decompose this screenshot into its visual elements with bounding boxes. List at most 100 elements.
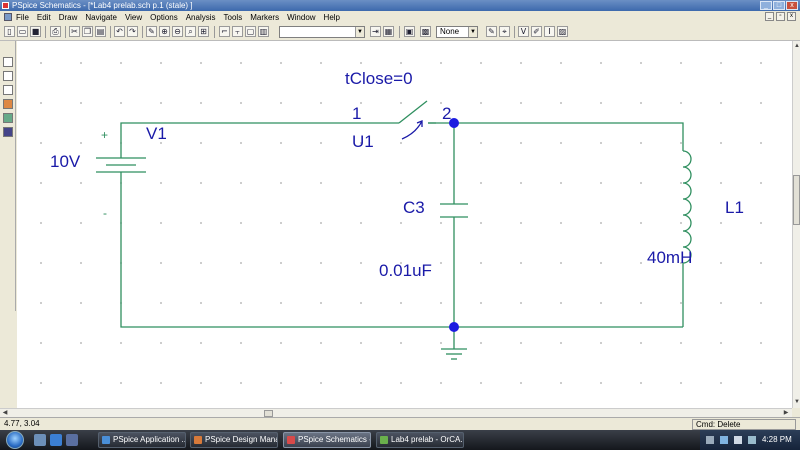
menu-tools[interactable]: Tools — [224, 13, 243, 22]
menu-draw[interactable]: Draw — [59, 13, 78, 22]
menu-analysis[interactable]: Analysis — [186, 13, 216, 22]
marker-icon[interactable]: ✐ — [531, 26, 542, 37]
voltage-probe-icon[interactable]: V — [518, 26, 529, 37]
volume-icon[interactable] — [734, 436, 742, 444]
edit-symbol-icon[interactable]: ▦ — [383, 26, 394, 37]
browser-icon[interactable] — [50, 434, 62, 446]
vertical-scrollbar[interactable]: ▲ ▼ — [792, 41, 800, 408]
app-icon[interactable] — [2, 2, 9, 9]
menu-markers[interactable]: Markers — [250, 13, 279, 22]
document-icon[interactable] — [4, 13, 12, 21]
zoom-fit-icon[interactable]: ⊞ — [198, 26, 209, 37]
source-ref-label[interactable]: V1 — [146, 124, 167, 143]
chevron-down-icon[interactable]: ▼ — [355, 27, 364, 37]
plus-sign: + — [101, 128, 108, 142]
chevron-icon[interactable] — [706, 436, 714, 444]
taskbar-item-orcad[interactable]: Lab4 prelab - OrCA... — [376, 432, 464, 448]
switch-right-wire[interactable] — [428, 122, 684, 151]
menu-window[interactable]: Window — [287, 13, 315, 22]
capacitor-symbol[interactable] — [440, 203, 468, 218]
color-tool-icon[interactable] — [3, 99, 13, 109]
menu-file[interactable]: File — [16, 13, 29, 22]
schematic-canvas[interactable]: tClose=0 1 2 U1 V1 10V C3 0.01uF L1 40mH… — [17, 41, 792, 408]
scroll-left-icon[interactable]: ◀ — [1, 409, 9, 417]
wires — [120, 122, 684, 349]
scroll-down-icon[interactable]: ▼ — [793, 398, 800, 406]
voltage-marker-icon[interactable]: ⌖ — [499, 26, 510, 37]
switch-param-label[interactable]: tClose=0 — [345, 69, 413, 88]
scroll-up-icon[interactable]: ▲ — [793, 42, 800, 50]
chevron-down-icon[interactable]: ▼ — [468, 27, 477, 37]
draw-bus-icon[interactable]: ⫟ — [232, 26, 243, 37]
ind-ref-label[interactable]: L1 — [725, 198, 744, 217]
junction-bottom[interactable] — [449, 322, 459, 332]
doc-restore-button[interactable]: ▫ — [776, 12, 785, 21]
picture-tool-icon[interactable] — [3, 127, 13, 137]
redo-icon[interactable]: ↷ — [127, 26, 138, 37]
get-part-icon[interactable]: ▥ — [258, 26, 269, 37]
cut-icon[interactable]: ✂ — [69, 26, 80, 37]
setup-analysis-icon[interactable]: ▣ — [404, 26, 415, 37]
undo-icon[interactable]: ↶ — [114, 26, 125, 37]
power-icon[interactable] — [748, 436, 756, 444]
edit-attributes-icon[interactable]: ⇥ — [370, 26, 381, 37]
clock[interactable]: 4:28 PM — [762, 435, 792, 444]
task-label: PSpice Schematics -... — [298, 435, 371, 444]
circle-tool-icon[interactable] — [3, 71, 13, 81]
menu-edit[interactable]: Edit — [37, 13, 51, 22]
zoom-area-icon[interactable]: ⌕ — [185, 26, 196, 37]
minimize-button[interactable]: _ — [760, 1, 772, 10]
doc-close-button[interactable]: x — [787, 12, 796, 21]
system-tray: 4:28 PM — [700, 430, 800, 450]
menu-bar: File Edit Draw Navigate View Options Ana… — [0, 11, 800, 23]
zoom-out-icon[interactable]: ⊖ — [172, 26, 183, 37]
close-button[interactable]: x — [786, 1, 798, 10]
menu-navigate[interactable]: Navigate — [85, 13, 117, 22]
new-file-icon[interactable]: ▯ — [4, 26, 15, 37]
image-tool-icon[interactable] — [3, 113, 13, 123]
ground-symbol[interactable] — [441, 348, 467, 360]
source-value-label[interactable]: 10V — [50, 152, 81, 171]
arc-tool-icon[interactable] — [3, 85, 13, 95]
paste-icon[interactable]: ▤ — [95, 26, 106, 37]
color-combo[interactable]: None ▼ — [436, 26, 478, 38]
status-bar: 4.77, 3.04 Cmd: Delete — [0, 417, 800, 430]
enable-bias-icon[interactable]: ▨ — [557, 26, 568, 37]
redraw-icon[interactable]: ✎ — [146, 26, 157, 37]
draw-wire-icon[interactable]: ⌐ — [219, 26, 230, 37]
window-title: PSpice Schematics - [*Lab4 prelab.sch p.… — [12, 1, 193, 10]
taskbar-item-pspice-schematics[interactable]: PSpice Schematics -... — [283, 432, 371, 448]
network-icon[interactable] — [720, 436, 728, 444]
select-tool-icon[interactable] — [3, 57, 13, 67]
part-name-combo[interactable]: ▼ — [279, 26, 365, 38]
vertical-scroll-thumb[interactable] — [793, 175, 800, 225]
ind-value-label[interactable]: 40mH — [647, 248, 692, 267]
open-file-icon[interactable]: ▭ — [17, 26, 28, 37]
cap-ref-label[interactable]: C3 — [403, 198, 425, 217]
print-icon[interactable]: ⎙ — [50, 26, 61, 37]
save-icon[interactable]: ■ — [30, 26, 41, 37]
copy-icon[interactable]: ❐ — [82, 26, 93, 37]
horizontal-scrollbar[interactable]: ◀ ▶ — [0, 408, 792, 417]
maximize-button[interactable]: □ — [773, 1, 785, 10]
show-desktop-icon[interactable] — [34, 434, 46, 446]
taskbar-item-design-manager[interactable]: PSpice Design Mana... — [190, 432, 278, 448]
switch-ref-label[interactable]: U1 — [352, 132, 374, 151]
draw-block-icon[interactable]: ▢ — [245, 26, 256, 37]
doc-minimize-button[interactable]: _ — [765, 12, 774, 21]
menu-view[interactable]: View — [125, 13, 142, 22]
scroll-right-icon[interactable]: ▶ — [782, 409, 790, 417]
current-probe-icon[interactable]: I — [544, 26, 555, 37]
start-button[interactable] — [6, 431, 24, 449]
battery-symbol[interactable] — [96, 148, 146, 211]
cap-value-label[interactable]: 0.01uF — [379, 261, 432, 280]
menu-options[interactable]: Options — [150, 13, 178, 22]
menu-help[interactable]: Help — [324, 13, 340, 22]
simulate-icon[interactable]: ▩ — [420, 26, 431, 37]
zoom-in-icon[interactable]: ⊕ — [159, 26, 170, 37]
taskbar-item-pspice-application[interactable]: PSpice Application ... — [98, 432, 186, 448]
horizontal-scroll-thumb[interactable] — [264, 410, 273, 417]
switch-windows-icon[interactable] — [66, 434, 78, 446]
switch-symbol[interactable] — [372, 100, 436, 140]
probe-icon[interactable]: ✎ — [486, 26, 497, 37]
